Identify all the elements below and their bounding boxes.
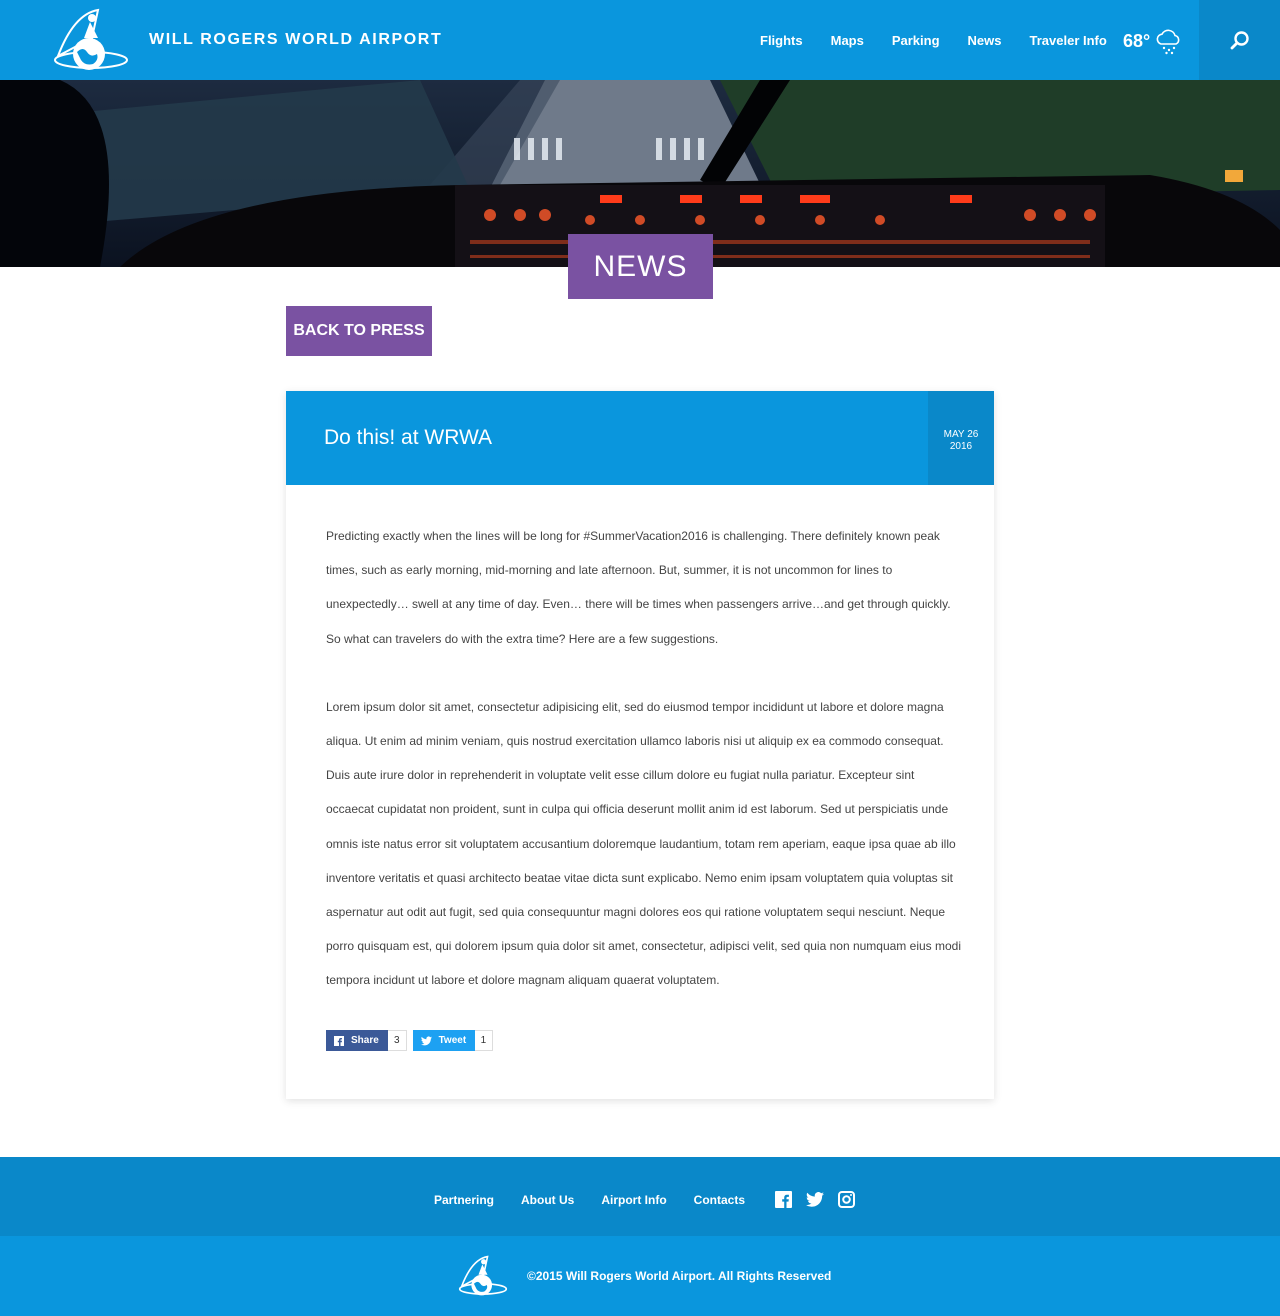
- article-header: Do this! at WRWA MAY 26 2016: [286, 391, 994, 485]
- nav-flights[interactable]: Flights: [760, 33, 803, 48]
- article-date: MAY 26 2016: [928, 391, 994, 485]
- share-bar: Share 3 Tweet 1: [326, 1030, 499, 1051]
- footer-nav-bar: Partnering About Us Airport Info Contact…: [0, 1157, 1280, 1236]
- facebook-share-button[interactable]: Share: [326, 1030, 388, 1051]
- snow-cloud-icon: [1156, 29, 1180, 55]
- main-nav: Flights Maps Parking News Traveler Info: [760, 33, 1135, 48]
- footer-link-contacts[interactable]: Contacts: [694, 1193, 745, 1207]
- twitter-tweet-label: Tweet: [438, 1035, 467, 1046]
- footer-nav: Partnering About Us Airport Info Contact…: [434, 1191, 856, 1208]
- twitter-icon: [420, 1035, 432, 1045]
- article-date-month-day: MAY 26: [943, 429, 979, 440]
- footer-link-airport-info[interactable]: Airport Info: [601, 1193, 666, 1207]
- logo-globe-icon: [54, 8, 128, 70]
- facebook-share-count: 3: [388, 1030, 407, 1051]
- twitter-tweet-button[interactable]: Tweet: [412, 1030, 475, 1051]
- back-to-press-button[interactable]: BACK TO PRESS: [286, 306, 432, 356]
- article-card: Do this! at WRWA MAY 26 2016 Predicting …: [286, 391, 994, 1099]
- facebook-icon: [334, 1035, 344, 1046]
- footer-bottom-bar: ©2015 Will Rogers World Airport. All Rig…: [0, 1236, 1280, 1316]
- twitter-tweet-count: 1: [474, 1030, 494, 1051]
- social-links: [775, 1191, 856, 1208]
- article-paragraph: Lorem ipsum dolor sit amet, consectetur …: [326, 699, 961, 988]
- weather-widget[interactable]: 68°: [1123, 26, 1184, 56]
- logo-globe-icon: [458, 1255, 508, 1296]
- article-paragraph: Predicting exactly when the lines will b…: [326, 529, 951, 646]
- footer-link-partnering[interactable]: Partnering: [434, 1193, 494, 1207]
- article-title: Do this! at WRWA: [324, 426, 493, 449]
- search-button[interactable]: [1199, 0, 1280, 80]
- facebook-icon[interactable]: [775, 1191, 793, 1208]
- copyright-text: ©2015 Will Rogers World Airport. All Rig…: [527, 1269, 832, 1283]
- page-section-label: NEWS: [568, 234, 713, 299]
- site-brand[interactable]: WILL ROGERS WORLD AIRPORT: [149, 31, 442, 49]
- airport-logo[interactable]: [52, 6, 130, 74]
- site-header: WILL ROGERS WORLD AIRPORT Flights Maps P…: [0, 0, 1280, 80]
- instagram-icon[interactable]: [838, 1191, 856, 1208]
- weather-temp: 68°: [1123, 30, 1151, 51]
- nav-news[interactable]: News: [968, 33, 1002, 48]
- footer-logo[interactable]: [457, 1254, 509, 1298]
- facebook-share-label: Share: [351, 1035, 379, 1046]
- article-body: Predicting exactly when the lines will b…: [326, 519, 962, 1032]
- search-icon: [1230, 31, 1249, 50]
- article-date-year: 2016: [949, 441, 973, 452]
- nav-traveler-info[interactable]: Traveler Info: [1030, 33, 1107, 48]
- nav-maps[interactable]: Maps: [831, 33, 864, 48]
- twitter-icon[interactable]: [806, 1192, 825, 1207]
- footer-link-about-us[interactable]: About Us: [521, 1193, 574, 1207]
- nav-parking[interactable]: Parking: [892, 33, 940, 48]
